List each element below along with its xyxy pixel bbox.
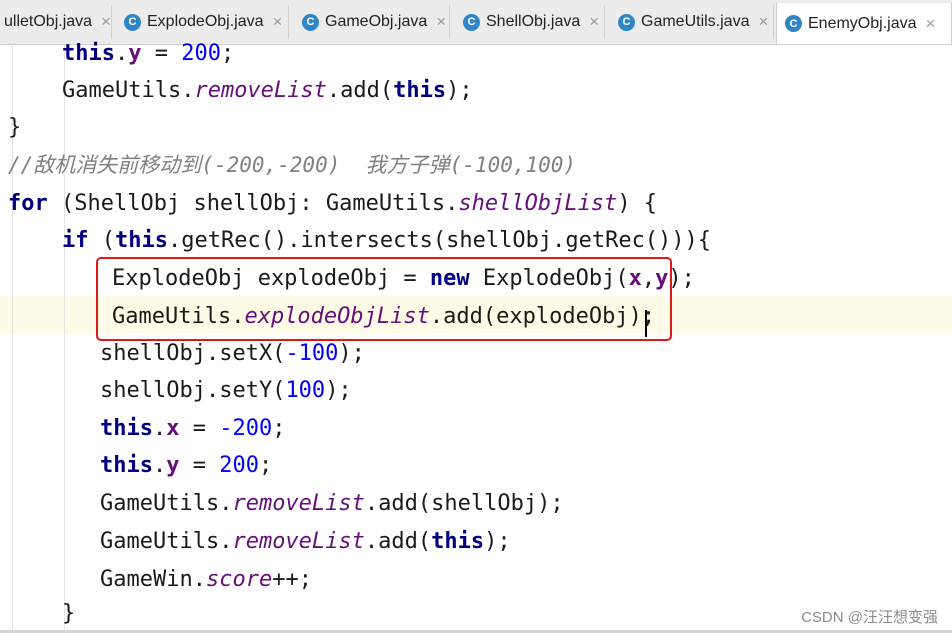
code-line: this.x = -200;	[100, 416, 286, 441]
code-comment: //敌机消失前移动到(-200,-200) 我方子弹(-100,100)	[8, 153, 577, 177]
code-line: if (this.getRec().intersects(shellObj.ge…	[62, 228, 712, 253]
tab-label: EnemyObj.java	[808, 14, 917, 32]
code-line: shellObj.setX(-100);	[100, 341, 365, 366]
tab-label: ulletObj.java	[4, 13, 93, 30]
tab-label: ShellObj.java	[486, 13, 581, 30]
close-icon[interactable]: ×	[273, 12, 283, 32]
tab-label: ExplodeObj.java	[147, 13, 264, 30]
code-line: GameUtils.removeList.add(shellObj);	[100, 491, 564, 516]
tab-label: GameObj.java	[325, 13, 428, 30]
highlight-annotation-box	[96, 257, 672, 341]
text-caret	[645, 310, 647, 337]
code-line: GameWin.score++;	[100, 567, 312, 592]
watermark: CSDN @汪汪想变强	[801, 609, 938, 626]
close-icon[interactable]: ×	[436, 12, 446, 32]
class-icon: C	[124, 13, 141, 31]
code-line: }	[8, 115, 22, 140]
close-icon[interactable]: ×	[926, 14, 936, 34]
tab-shellobj[interactable]: C ShellObj.java ×	[455, 5, 605, 39]
class-icon: C	[302, 13, 319, 31]
close-icon[interactable]: ×	[589, 12, 599, 32]
code-editor[interactable]: this.y = 200; GameUtils.removeList.add(t…	[0, 41, 952, 633]
tab-gameobj[interactable]: C GameObj.java ×	[294, 5, 450, 39]
tab-enemyobj[interactable]: C EnemyObj.java ×	[776, 3, 952, 44]
tab-gameutils[interactable]: C GameUtils.java ×	[610, 5, 774, 39]
code-line: GameUtils.removeList.add(this);	[62, 78, 473, 103]
close-icon[interactable]: ×	[101, 12, 111, 32]
close-icon[interactable]: ×	[758, 12, 768, 32]
tab-bulletobj[interactable]: ulletObj.java ×	[0, 5, 112, 39]
tab-label: GameUtils.java	[641, 13, 750, 30]
code-line: shellObj.setY(100);	[100, 378, 352, 403]
tab-explodeobj[interactable]: C ExplodeObj.java ×	[116, 5, 289, 39]
class-icon: C	[785, 15, 802, 32]
code-line: this.y = 200;	[100, 453, 273, 478]
class-icon: C	[463, 13, 480, 31]
code-line: GameUtils.removeList.add(this);	[100, 529, 511, 554]
code-line: this.y = 200;	[62, 41, 235, 66]
code-line: }	[62, 601, 76, 626]
indent-guide	[64, 45, 65, 633]
class-icon: C	[618, 13, 635, 31]
code-line: for (ShellObj shellObj: GameUtils.shellO…	[8, 191, 658, 216]
